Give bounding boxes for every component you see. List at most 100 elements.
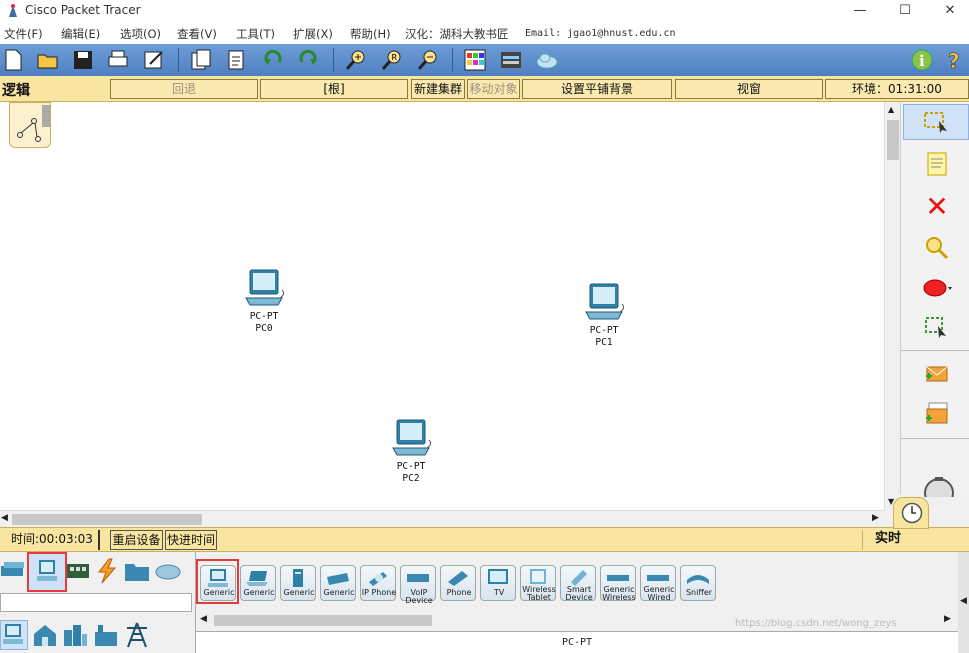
end-devices-subcategory-button[interactable] [0, 620, 28, 650]
vertical-scroll-thumb[interactable] [887, 120, 899, 160]
device-template-icon[interactable] [499, 48, 523, 72]
realtime-clock-tab[interactable] [893, 497, 929, 529]
undo-icon[interactable] [261, 48, 285, 72]
device-tv[interactable]: TV [480, 565, 516, 601]
components-category-icon[interactable] [66, 558, 92, 584]
new-cluster-button[interactable]: 新建集群 [411, 79, 465, 99]
tools-divider [901, 350, 969, 351]
logical-workspace[interactable]: PC-PT PC0 PC-PT PC1 PC-PT PC2 [0, 102, 884, 510]
device-model: PC-PT [589, 325, 619, 336]
device-generic-printer[interactable]: Generic [320, 565, 356, 601]
device-name[interactable]: PC0 [234, 323, 294, 335]
menu-extensions[interactable]: 扩展(X) [293, 26, 333, 42]
fast-forward-time-button[interactable]: 快进时间 [165, 530, 217, 550]
scroll-right-arrow-icon[interactable]: ▶ [872, 513, 879, 523]
help-icon[interactable]: ? [943, 48, 967, 72]
device-generic-laptop[interactable]: Generic [240, 565, 276, 601]
activity-wizard-icon[interactable] [142, 48, 166, 72]
network-devices-category-icon[interactable] [0, 556, 26, 582]
workspace-horizontal-scrollbar[interactable]: ◀ ▶ [0, 510, 884, 527]
power-cycle-devices-button[interactable]: 重启设备 [110, 530, 163, 550]
device-generic-wireless[interactable]: Generic Wireless [600, 565, 636, 602]
device-sniffer[interactable]: Sniffer [680, 565, 716, 601]
scroll-right-arrow-icon[interactable]: ▶ [944, 614, 951, 624]
info-icon[interactable]: i [910, 48, 934, 72]
device-phone[interactable]: Phone [440, 565, 476, 601]
device-panel-collapse[interactable]: ◀ [958, 552, 969, 653]
delete-tool[interactable]: ✕ [919, 190, 955, 223]
select-tool[interactable] [903, 104, 969, 140]
stopwatch-tool[interactable] [917, 476, 957, 498]
paste-icon[interactable] [225, 48, 249, 72]
device-generic-wired[interactable]: Generic Wired [640, 565, 676, 602]
menu-options[interactable]: 选项(O) [120, 26, 161, 42]
new-icon[interactable] [1, 48, 25, 72]
realtime-mode-tab[interactable]: 实时 [862, 530, 969, 550]
menu-tools[interactable]: 工具(T) [236, 26, 275, 42]
resize-tool[interactable] [919, 312, 955, 344]
add-complex-pdu-icon [926, 402, 948, 424]
back-button[interactable]: 回退 [110, 79, 258, 99]
end-devices-category-button[interactable] [27, 552, 67, 592]
maximize-button[interactable]: ☐ [892, 2, 918, 20]
connections-category-icon[interactable] [94, 558, 120, 584]
miscellaneous-category-icon[interactable] [124, 558, 150, 584]
device-smart-device[interactable]: Smart Device [560, 565, 596, 602]
viewport-button[interactable]: 视窗 [675, 79, 823, 99]
note-tool[interactable] [919, 148, 955, 180]
pc2-device[interactable]: PC-PT PC2 [381, 418, 441, 485]
device-label: Generic Wireless [602, 585, 636, 602]
print-icon[interactable] [106, 48, 130, 72]
save-icon[interactable] [71, 48, 95, 72]
device-label: VoIP Device [405, 588, 433, 605]
menu-help[interactable]: 帮助(H) [350, 26, 391, 42]
scroll-left-arrow-icon[interactable]: ◀ [1, 513, 8, 523]
logical-workspace-label[interactable]: 逻辑 [2, 80, 30, 100]
zoom-reset-icon[interactable]: R [380, 48, 404, 72]
multiuser-connection-category-icon[interactable] [155, 558, 181, 584]
voip-device-icon [407, 574, 429, 582]
minimize-button[interactable]: — [847, 2, 873, 20]
inspect-tool[interactable] [919, 232, 955, 264]
close-button[interactable]: ✕ [937, 2, 963, 20]
environment-button[interactable]: 环境：01:31:00 [825, 79, 969, 99]
scroll-up-arrow-icon[interactable]: ▲ [888, 105, 894, 114]
app-logo-icon [9, 4, 17, 17]
copy-icon[interactable] [189, 48, 213, 72]
device-generic-pc[interactable]: Generic [200, 565, 236, 601]
add-simple-pdu-tool[interactable] [919, 358, 955, 390]
device-name[interactable]: PC2 [381, 473, 441, 485]
root-button[interactable]: [根] [260, 79, 408, 99]
zoom-out-icon[interactable] [416, 48, 440, 72]
power-grid-subcategory-icon[interactable] [124, 622, 150, 648]
topology-button[interactable] [9, 102, 51, 148]
pc-subcategory-icon [3, 624, 23, 644]
menu-file[interactable]: 文件(F) [4, 26, 43, 42]
scroll-left-arrow-icon[interactable]: ◀ [200, 614, 207, 624]
device-list-scroll-thumb[interactable] [214, 615, 432, 626]
draw-ellipse-tool[interactable] [919, 272, 955, 304]
home-subcategory-icon[interactable] [32, 622, 58, 648]
menu-view[interactable]: 查看(V) [177, 26, 217, 42]
device-voip[interactable]: VoIP Device [400, 565, 436, 605]
zoom-in-icon[interactable] [344, 48, 368, 72]
pc1-device[interactable]: PC-PT PC1 [574, 282, 634, 349]
pc0-device[interactable]: PC-PT PC0 [234, 268, 294, 335]
device-name[interactable]: PC1 [574, 337, 634, 349]
palette-icon[interactable] [463, 48, 487, 72]
device-ip-phone[interactable]: IP Phone [360, 565, 396, 601]
move-object-button[interactable]: 移动对象 [467, 79, 520, 99]
horizontal-scroll-thumb[interactable] [12, 514, 202, 525]
device-wireless-tablet[interactable]: Wireless Tablet [520, 565, 556, 602]
industrial-subcategory-icon[interactable] [93, 622, 119, 648]
redo-icon[interactable] [296, 48, 320, 72]
add-complex-pdu-tool[interactable] [919, 398, 955, 430]
cloud-icon[interactable] [535, 48, 559, 72]
set-tiled-background-button[interactable]: 设置平铺背景 [522, 79, 672, 99]
smart-city-subcategory-icon[interactable] [62, 622, 88, 648]
workspace-vertical-scrollbar[interactable]: ▲ ▼ [884, 102, 900, 510]
open-icon[interactable] [36, 48, 60, 72]
menu-edit[interactable]: 编辑(E) [61, 26, 100, 42]
device-generic-server[interactable]: Generic [280, 565, 316, 601]
collapse-arrow-icon[interactable]: ◀ [960, 596, 967, 606]
